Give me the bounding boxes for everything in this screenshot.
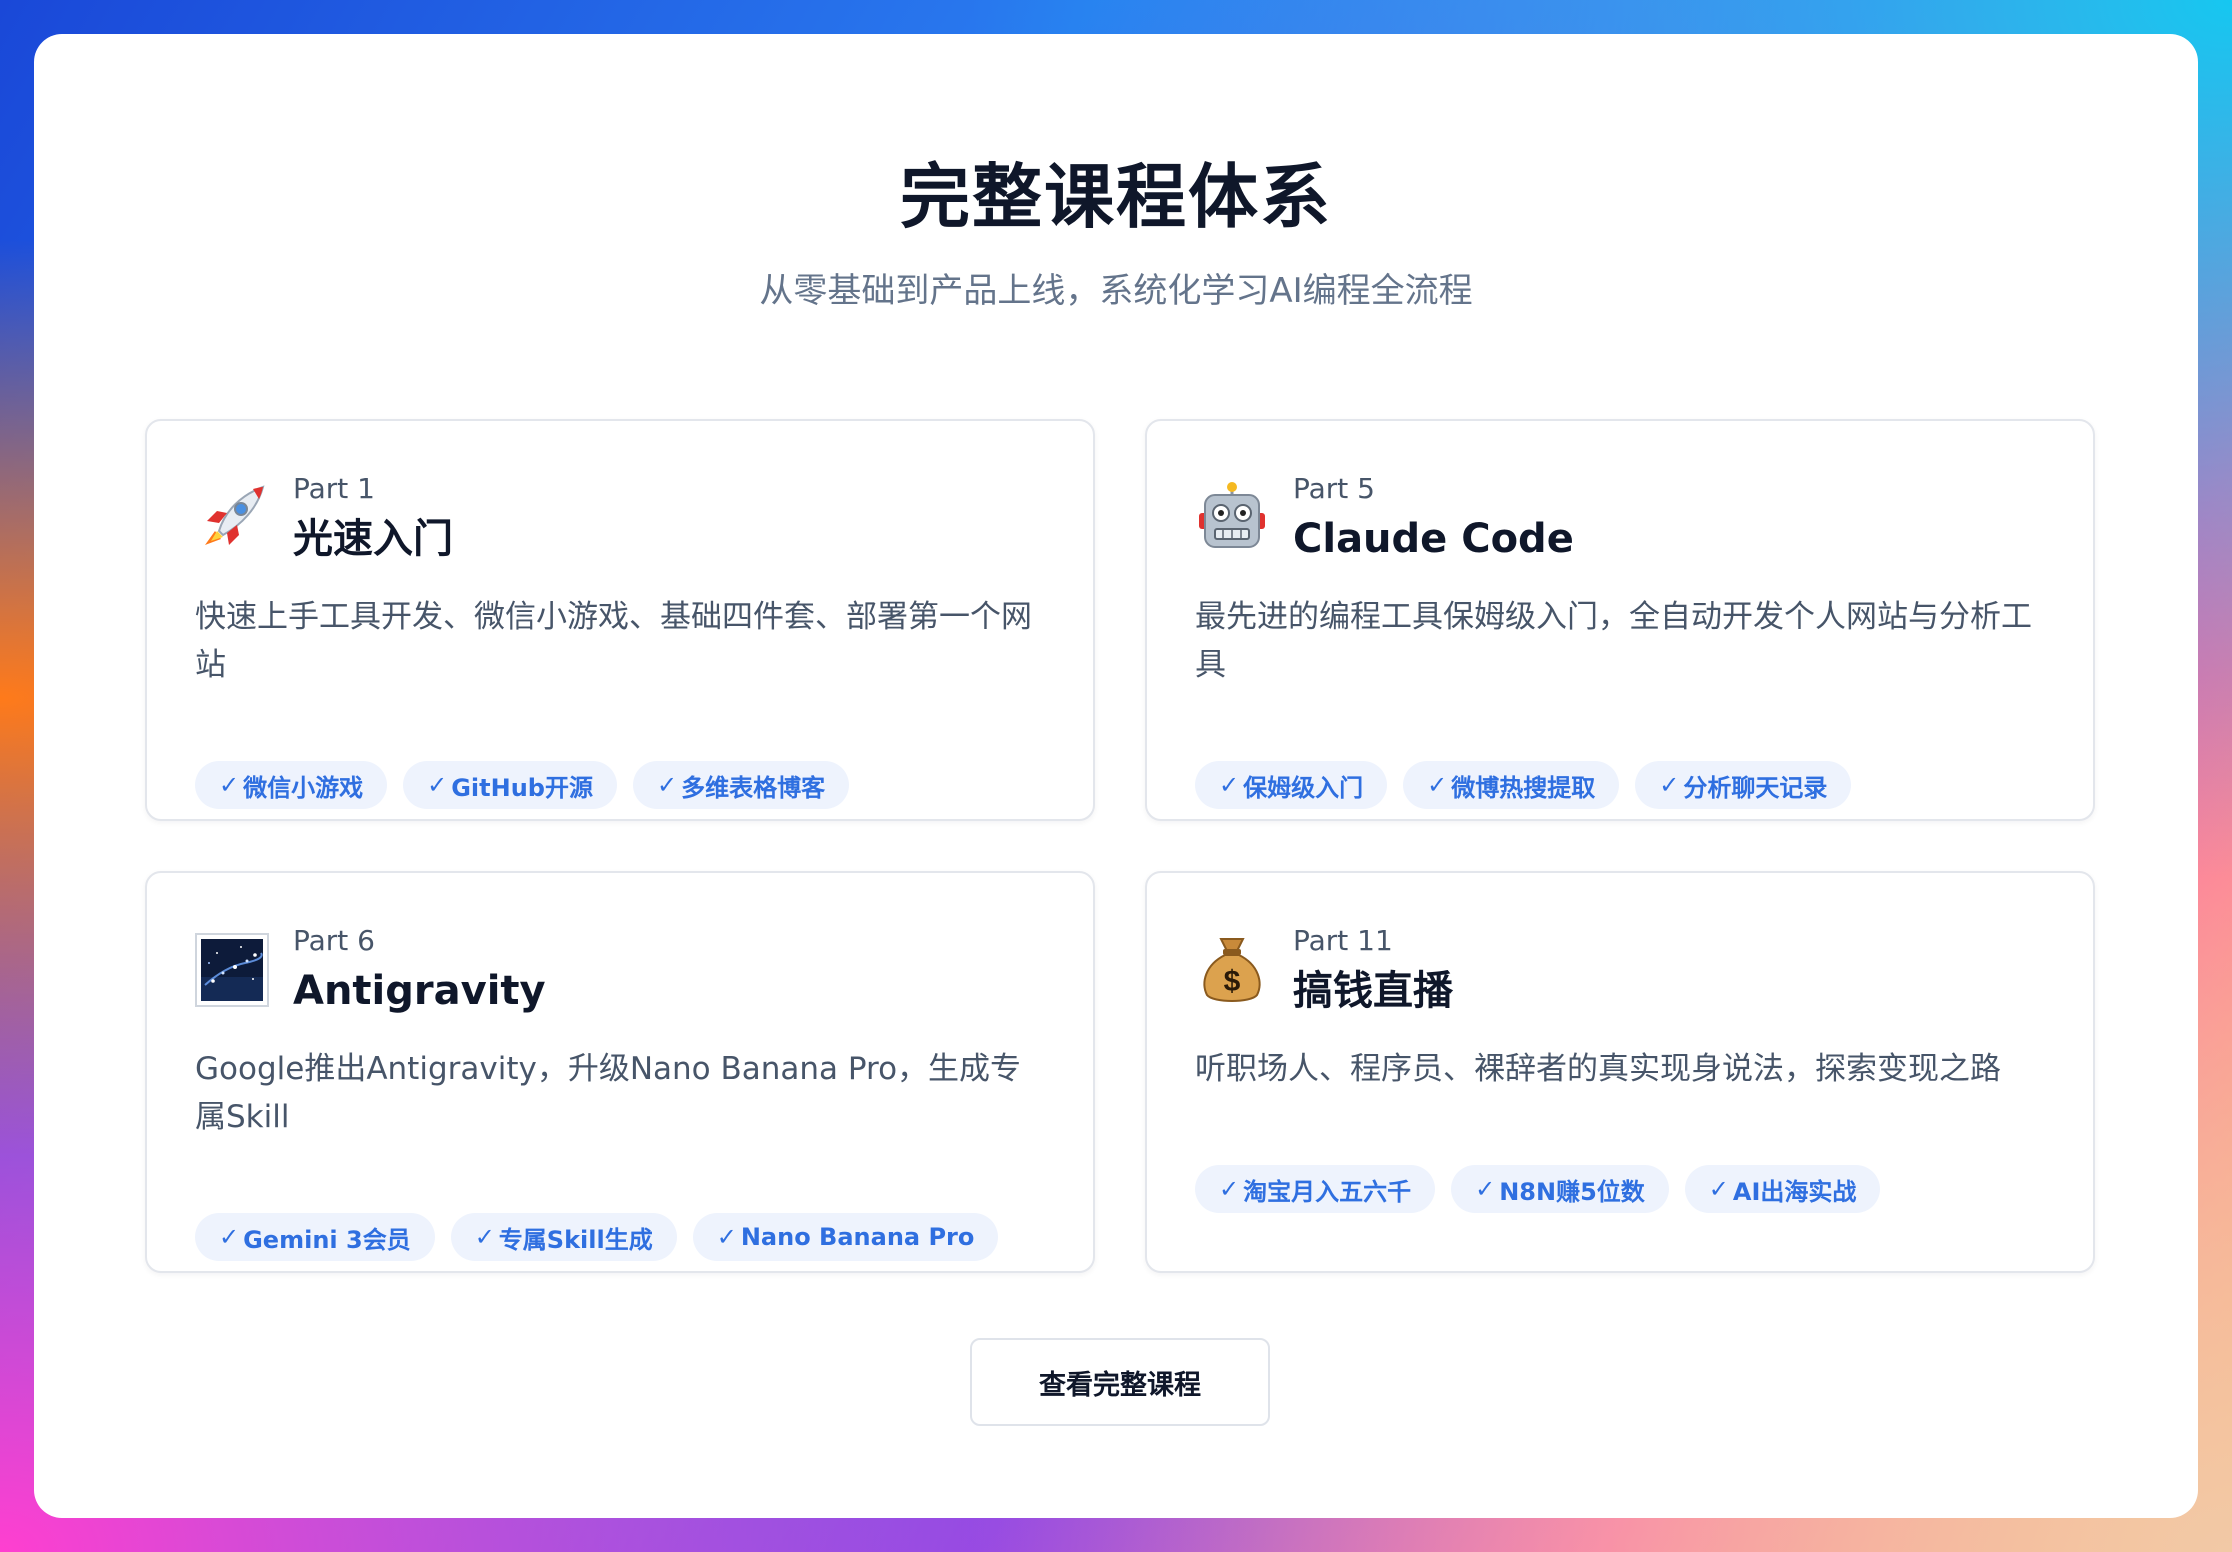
svg-text:$: $ (1224, 965, 1241, 998)
tag-label: Gemini 3会员 (243, 1225, 411, 1254)
tag-label: GitHub开源 (451, 773, 593, 802)
tag-chip: ✓ 微博热搜提取 (1403, 761, 1620, 809)
tag-label: 保姆级入门 (1243, 773, 1364, 802)
galaxy-icon (195, 933, 269, 1007)
card-tags: ✓ Gemini 3会员 ✓ 专属Skill生成 ✓ Nano Banana Pro (195, 1213, 999, 1261)
check-icon: ✓ (474, 1223, 495, 1251)
card-title: 光速入门 (293, 516, 453, 562)
tag-chip: ✓ 淘宝月入五六千 (1195, 1165, 1436, 1213)
tag-label: Nano Banana Pro (740, 1223, 975, 1251)
tag-chip: ✓ 保姆级入门 (1195, 761, 1388, 809)
rocket-icon (195, 481, 269, 555)
card-tags: ✓ 保姆级入门 ✓ 微博热搜提取 ✓ 分析聊天记录 (1195, 761, 1852, 809)
card-title: Claude Code (1293, 516, 1574, 562)
course-panel: 完整课程体系 从零基础到产品上线，系统化学习AI编程全流程 Part 1 光速入… (34, 34, 2198, 1518)
tag-label: 微博热搜提取 (1451, 773, 1596, 802)
check-icon: ✓ (1219, 1175, 1240, 1203)
course-card-part-6[interactable]: Part 6 Antigravity Google推出Antigravity，升… (145, 871, 1095, 1273)
tag-chip: ✓ AI出海实战 (1684, 1165, 1881, 1213)
card-description: 快速上手工具开发、微信小游戏、基础四件套、部署第一个网站 (195, 599, 1032, 683)
check-icon: ✓ (1427, 771, 1448, 799)
card-description: Google推出Antigravity，升级Nano Banana Pro，生成… (195, 1051, 1022, 1135)
card-part-label: Part 1 (293, 472, 375, 505)
tag-label: AI出海实战 (1732, 1177, 1857, 1206)
card-part-label: Part 11 (1293, 924, 1393, 957)
check-icon: ✓ (219, 1223, 240, 1251)
tag-chip: ✓ 微信小游戏 (195, 761, 388, 809)
tag-label: N8N赚5位数 (1499, 1177, 1645, 1206)
tag-label: 分析聊天记录 (1683, 773, 1828, 802)
check-icon: ✓ (1219, 771, 1240, 799)
tag-label: 微信小游戏 (243, 773, 364, 802)
tag-label: 多维表格博客 (681, 773, 826, 802)
check-icon: ✓ (1475, 1175, 1496, 1203)
section-header: 完整课程体系 从零基础到产品上线，系统化学习AI编程全流程 (34, 152, 2198, 316)
card-tags: ✓ 微信小游戏 ✓ GitHub开源 ✓ 多维表格博客 (195, 761, 850, 809)
section-subtitle: 从零基础到产品上线，系统化学习AI编程全流程 (759, 271, 1473, 311)
check-icon: ✓ (716, 1223, 737, 1251)
robot-icon (1195, 481, 1269, 555)
tag-label: 淘宝月入五六千 (1243, 1177, 1412, 1206)
tag-chip: ✓ Gemini 3会员 (195, 1213, 435, 1261)
card-title: Antigravity (293, 968, 546, 1014)
check-icon: ✓ (219, 771, 240, 799)
check-icon: ✓ (1659, 771, 1680, 799)
card-description: 听职场人、程序员、裸辞者的真实现身说法，探索变现之路 (1195, 1051, 2001, 1087)
check-icon: ✓ (1708, 1175, 1729, 1203)
course-card-part-5[interactable]: Part 5 Claude Code 最先进的编程工具保姆级入门，全自动开发个人… (1145, 419, 2095, 821)
course-card-part-1[interactable]: Part 1 光速入门 快速上手工具开发、微信小游戏、基础四件套、部署第一个网站… (145, 419, 1095, 821)
check-icon: ✓ (656, 771, 678, 799)
card-description: 最先进的编程工具保姆级入门，全自动开发个人网站与分析工具 (1195, 599, 2032, 683)
card-part-label: Part 6 (293, 924, 375, 957)
money-bag-icon: $ (1195, 933, 1269, 1007)
tag-chip: ✓ 多维表格博客 (632, 761, 850, 809)
card-title: 搞钱直播 (1293, 968, 1453, 1014)
view-full-course-button[interactable]: 查看完整课程 (970, 1338, 1270, 1426)
course-card-part-11[interactable]: $ Part 11 搞钱直播 听职场人、程序员、裸辞者的真实现身说法，探索变现之… (1145, 871, 2095, 1273)
tag-chip: ✓ 分析聊天记录 (1635, 761, 1852, 809)
card-tags: ✓ 淘宝月入五六千 ✓ N8N赚5位数 ✓ AI出海实战 (1195, 1165, 1881, 1213)
section-title: 完整课程体系 (900, 156, 1332, 238)
tag-chip: ✓ N8N赚5位数 (1451, 1165, 1669, 1213)
check-icon: ✓ (427, 771, 448, 799)
tag-chip: ✓ 专属Skill生成 (450, 1213, 677, 1261)
tag-label: 专属Skill生成 (498, 1225, 653, 1254)
tag-chip: ✓ Nano Banana Pro (692, 1213, 999, 1261)
card-part-label: Part 5 (1293, 472, 1375, 505)
tag-chip: ✓ GitHub开源 (403, 761, 617, 809)
